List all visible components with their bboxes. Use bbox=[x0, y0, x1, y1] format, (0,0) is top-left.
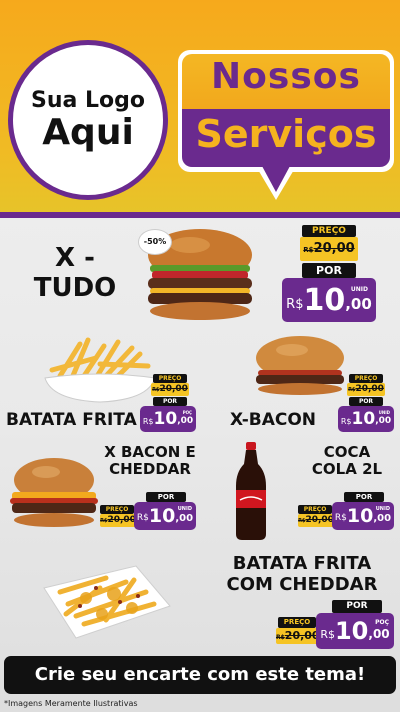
new-price: R$ 10 ,00 UNID bbox=[134, 502, 196, 530]
banner-title-line2: Serviços bbox=[195, 112, 377, 156]
price-unit: UNID bbox=[177, 506, 192, 512]
old-price: R$20,00 bbox=[300, 237, 358, 261]
preco-label: PREÇO bbox=[302, 225, 356, 237]
por-label: POR bbox=[349, 397, 383, 406]
preco-label: PREÇO bbox=[349, 374, 383, 383]
preco-label: PREÇO bbox=[298, 505, 332, 514]
new-price: R$ 10 ,00 UNID bbox=[332, 502, 394, 530]
product-name-line2: COM CHEDDAR bbox=[226, 573, 378, 595]
price-block-x-bacon-cheddar: PREÇO R$20,00 POR R$ 10 ,00 UNID bbox=[100, 492, 196, 532]
new-price-decimal: ,00 bbox=[373, 512, 392, 524]
product-name-line1: BATATA FRITA bbox=[6, 410, 137, 430]
product-name-line1: X-BACON bbox=[229, 410, 317, 430]
product-name-coca-cola: COCA COLA 2L bbox=[306, 443, 388, 479]
banner-title-line1: Nossos bbox=[211, 56, 361, 97]
price-unit: UNID bbox=[350, 286, 368, 293]
new-price: R$ 10 ,00 UNID bbox=[338, 406, 394, 432]
product-name-line1: X - bbox=[55, 243, 95, 273]
fries-cheddar-image bbox=[43, 565, 171, 639]
price-unit: POÇ bbox=[375, 619, 389, 626]
new-price-decimal: ,00 bbox=[368, 627, 390, 641]
old-price-currency: R$ bbox=[276, 634, 285, 641]
coca-cola-bottle-image bbox=[236, 442, 266, 540]
new-price-currency: R$ bbox=[136, 513, 149, 523]
por-label: POR bbox=[153, 397, 187, 406]
header-divider bbox=[0, 212, 400, 218]
old-price: R$20,00 bbox=[151, 383, 189, 396]
logo-placeholder[interactable]: Sua Logo Aqui bbox=[13, 45, 163, 195]
new-price-currency: R$ bbox=[334, 513, 347, 523]
por-label: POR bbox=[146, 492, 186, 502]
product-name-line2: CHEDDAR bbox=[109, 460, 191, 479]
new-price-currency: R$ bbox=[142, 416, 154, 426]
new-price-integer: 10 bbox=[153, 409, 178, 429]
preco-label: PREÇO bbox=[278, 617, 316, 628]
price-block-batata-frita: PREÇO R$20,00 POR R$ 10 ,00 POÇ bbox=[140, 374, 198, 434]
new-price-currency: R$ bbox=[340, 416, 352, 426]
preco-label: PREÇO bbox=[100, 505, 134, 514]
price-block-coca-cola: PREÇO R$20,00 POR R$ 10 ,00 UNID bbox=[298, 492, 394, 532]
old-price: R$20,00 bbox=[298, 514, 334, 527]
burger-x-bacon-cheddar-image bbox=[10, 458, 98, 527]
old-price-value: 20,00 bbox=[305, 515, 334, 525]
price-block-x-bacon: PREÇO R$20,00 POR R$ 10 ,00 UNID bbox=[336, 374, 396, 434]
new-price: R$ 10 ,00 UNID bbox=[282, 278, 376, 322]
logo-text-line1: Sua Logo bbox=[30, 87, 145, 113]
old-price-value: 20,00 bbox=[159, 384, 188, 394]
new-price-decimal: ,00 bbox=[345, 295, 372, 313]
new-price-integer: 10 bbox=[303, 282, 346, 318]
price-unit: UNID bbox=[378, 410, 390, 415]
price-block-batata-cheddar: PREÇO R$20,00 POR R$ 10 ,00 POÇ bbox=[274, 600, 394, 652]
old-price-value: 20,00 bbox=[355, 384, 384, 394]
por-label: POR bbox=[332, 600, 382, 613]
por-label: POR bbox=[302, 263, 356, 278]
price-unit: UNID bbox=[375, 506, 390, 512]
logo-text-line2: Aqui bbox=[42, 111, 134, 153]
new-price-integer: 10 bbox=[148, 505, 176, 527]
new-price: R$ 10 ,00 POÇ bbox=[140, 406, 196, 432]
price-block-x-tudo: PREÇO R$20,00 POR R$ 10 ,00 UNID bbox=[282, 225, 378, 323]
new-price-currency: R$ bbox=[320, 627, 335, 641]
new-price-integer: 10 bbox=[351, 409, 376, 429]
new-price-integer: 10 bbox=[334, 617, 369, 645]
product-name-line1: BATATA FRITA bbox=[232, 553, 372, 574]
old-price: R$20,00 bbox=[347, 383, 385, 396]
price-unit: POÇ bbox=[182, 410, 192, 415]
old-price: R$20,00 bbox=[276, 628, 320, 644]
old-price-value: 20,00 bbox=[284, 629, 320, 642]
product-name-line1: COCA bbox=[323, 443, 371, 461]
new-price-currency: R$ bbox=[286, 296, 304, 312]
new-price-decimal: ,00 bbox=[175, 512, 194, 524]
new-price: R$ 10 ,00 POÇ bbox=[316, 613, 394, 649]
cta-banner[interactable]: Crie seu encarte com este tema! bbox=[4, 656, 396, 694]
burger-x-bacon-image bbox=[256, 336, 344, 395]
flyer-page: Sua Logo Aqui Nossos Serviços X - TUDO -… bbox=[0, 0, 400, 712]
discount-badge: -50% bbox=[138, 229, 172, 255]
product-name-line2: TUDO bbox=[33, 272, 117, 303]
old-price-value: 20,00 bbox=[107, 515, 136, 525]
product-name-line2: COLA 2L bbox=[311, 460, 383, 479]
preco-label: PREÇO bbox=[153, 374, 187, 383]
disclaimer-note: *Imagens Meramente Ilustrativas bbox=[4, 699, 138, 708]
old-price-currency: R$ bbox=[303, 246, 314, 254]
product-name-x-tudo: X - TUDO bbox=[20, 243, 130, 304]
new-price-decimal: ,00 bbox=[375, 416, 392, 426]
banner-tail bbox=[262, 166, 290, 192]
product-name-batata-cheddar: BATATA FRITA COM CHEDDAR bbox=[210, 553, 394, 595]
product-name-batata-frita: BATATA FRITA bbox=[6, 410, 140, 431]
product-name-line1: X BACON E bbox=[104, 443, 196, 461]
por-label: POR bbox=[344, 492, 384, 502]
product-name-x-bacon: X-BACON bbox=[226, 410, 320, 431]
old-price: R$20,00 bbox=[100, 514, 136, 527]
new-price-decimal: ,00 bbox=[177, 416, 194, 426]
new-price-integer: 10 bbox=[346, 505, 374, 527]
product-name-x-bacon-cheddar: X BACON E CHEDDAR bbox=[98, 443, 202, 479]
old-price-value: 20,00 bbox=[313, 241, 355, 256]
